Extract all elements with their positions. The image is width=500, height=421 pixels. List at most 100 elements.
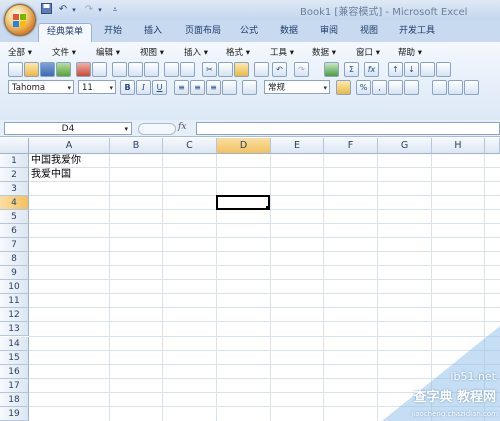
font-size-select[interactable]: 11 ▾ — [78, 80, 116, 94]
email-icon[interactable] — [92, 62, 107, 77]
row-header[interactable]: 16 — [0, 365, 29, 380]
decrease-decimal-icon[interactable] — [404, 80, 419, 95]
tab-page-layout[interactable]: 页面布局 — [176, 23, 230, 39]
tab-formulas[interactable]: 公式 — [234, 23, 264, 39]
column-header-partial[interactable] — [485, 138, 500, 154]
formula-input[interactable] — [196, 122, 500, 135]
menu-all[interactable]: 全部 ▾ — [8, 46, 32, 58]
chevron-down-icon[interactable]: ▾ — [124, 123, 128, 136]
row-header[interactable]: 3 — [0, 182, 29, 197]
row-header[interactable]: 8 — [0, 252, 29, 267]
menu-file[interactable]: 文件 ▾ — [52, 46, 76, 58]
row-header[interactable]: 1 — [0, 154, 29, 169]
fill-color-icon[interactable] — [464, 80, 479, 95]
row-header[interactable]: 2 — [0, 168, 29, 183]
column-header-d[interactable]: D — [217, 138, 271, 154]
pdf-icon[interactable] — [76, 62, 91, 77]
sort-descending-icon[interactable]: ↓ — [404, 62, 419, 77]
column-header-b[interactable]: B — [110, 138, 163, 154]
redo-dropdown-icon[interactable]: ▾ — [96, 3, 104, 17]
increase-indent-icon[interactable] — [448, 80, 463, 95]
column-header-h[interactable]: H — [432, 138, 485, 154]
tab-review[interactable]: 审阅 — [314, 23, 344, 39]
cell-a1[interactable]: 中国我爱你 — [31, 154, 81, 168]
selected-cell-d4[interactable] — [216, 195, 270, 210]
row-header[interactable]: 4 — [0, 196, 29, 211]
row-header[interactable]: 12 — [0, 308, 29, 323]
tab-home[interactable]: 开始 — [96, 23, 130, 39]
row-header[interactable]: 11 — [0, 294, 29, 309]
undo-toolbar-icon[interactable]: ↶ — [272, 62, 287, 77]
permission-icon[interactable] — [56, 62, 71, 77]
insert-function-icon[interactable]: fx — [364, 62, 379, 77]
research-2-icon[interactable] — [180, 62, 195, 77]
font-name-select[interactable]: Tahoma ▾ — [8, 80, 74, 94]
row-header[interactable]: 14 — [0, 337, 29, 352]
paste-icon[interactable] — [234, 62, 249, 77]
format-painter-icon[interactable] — [254, 62, 269, 77]
row-header[interactable]: 9 — [0, 266, 29, 281]
row-header[interactable]: 15 — [0, 351, 29, 366]
row-header[interactable]: 5 — [0, 210, 29, 225]
column-header-g[interactable]: G — [378, 138, 432, 154]
menu-edit[interactable]: 编辑 ▾ — [96, 46, 120, 58]
tab-developer[interactable]: 开发工具 — [392, 23, 442, 39]
filter-icon[interactable] — [420, 62, 435, 77]
percent-button[interactable]: % — [356, 80, 371, 95]
underline-button[interactable]: U — [152, 80, 167, 95]
currency-icon[interactable] — [336, 80, 351, 95]
row-header[interactable]: 7 — [0, 238, 29, 253]
research-icon[interactable] — [144, 62, 159, 77]
fill-handle[interactable] — [266, 206, 270, 210]
tab-classic-menu[interactable]: 经典菜单 — [38, 23, 92, 43]
redo-icon[interactable]: ↷ — [82, 3, 96, 17]
qat-customize-icon[interactable]: ⩡ — [110, 3, 120, 17]
copy-icon[interactable] — [218, 62, 233, 77]
decrease-indent-icon[interactable] — [432, 80, 447, 95]
chart-icon[interactable] — [436, 62, 451, 77]
menu-insert[interactable]: 插入 ▾ — [184, 46, 208, 58]
increase-decimal-icon[interactable] — [388, 80, 403, 95]
new-icon[interactable] — [8, 62, 23, 77]
cut-icon[interactable]: ✂ — [202, 62, 217, 77]
tab-insert[interactable]: 插入 — [136, 23, 170, 39]
column-header-f[interactable]: F — [324, 138, 378, 154]
column-header-a[interactable]: A — [29, 138, 110, 154]
insert-function-button[interactable]: fx — [178, 122, 196, 134]
name-box[interactable]: D4 ▾ — [4, 122, 132, 135]
comma-button[interactable]: , — [372, 80, 387, 95]
menu-window[interactable]: 窗口 ▾ — [356, 46, 380, 58]
select-all-corner[interactable] — [0, 138, 29, 154]
tab-data[interactable]: 数据 — [274, 23, 304, 39]
row-header[interactable]: 18 — [0, 393, 29, 408]
row-header[interactable]: 19 — [0, 407, 29, 421]
open-icon[interactable] — [24, 62, 39, 77]
spelling-icon[interactable] — [164, 62, 179, 77]
merge-center-icon[interactable] — [222, 80, 237, 95]
align-right-icon[interactable]: ≡ — [206, 80, 221, 95]
number-format-select[interactable]: 常规 ▾ — [264, 80, 330, 94]
row-header[interactable]: 10 — [0, 280, 29, 295]
undo-dropdown-icon[interactable]: ▾ — [70, 3, 78, 17]
office-button[interactable] — [4, 4, 36, 36]
border-icon[interactable] — [242, 80, 257, 95]
menu-data[interactable]: 数据 ▾ — [312, 46, 336, 58]
bold-button[interactable]: B — [120, 80, 135, 95]
column-header-c[interactable]: C — [163, 138, 217, 154]
italic-button[interactable]: I — [136, 80, 151, 95]
tab-view[interactable]: 视图 — [354, 23, 384, 39]
column-header-e[interactable]: E — [271, 138, 324, 154]
row-header[interactable]: 6 — [0, 224, 29, 239]
sort-ascending-icon[interactable]: ↑ — [388, 62, 403, 77]
menu-format[interactable]: 格式 ▾ — [226, 46, 250, 58]
menu-view[interactable]: 视图 ▾ — [140, 46, 164, 58]
cell-a2[interactable]: 我爱中国 — [31, 168, 71, 182]
menu-tools[interactable]: 工具 ▾ — [270, 46, 294, 58]
align-left-icon[interactable]: ≡ — [174, 80, 189, 95]
autosum-icon[interactable]: Σ — [344, 62, 359, 77]
row-header[interactable]: 13 — [0, 322, 29, 337]
print-icon[interactable] — [112, 62, 127, 77]
hyperlink-icon[interactable] — [324, 62, 339, 77]
save-icon-2[interactable] — [40, 62, 55, 77]
undo-icon[interactable]: ↶ — [56, 3, 70, 17]
